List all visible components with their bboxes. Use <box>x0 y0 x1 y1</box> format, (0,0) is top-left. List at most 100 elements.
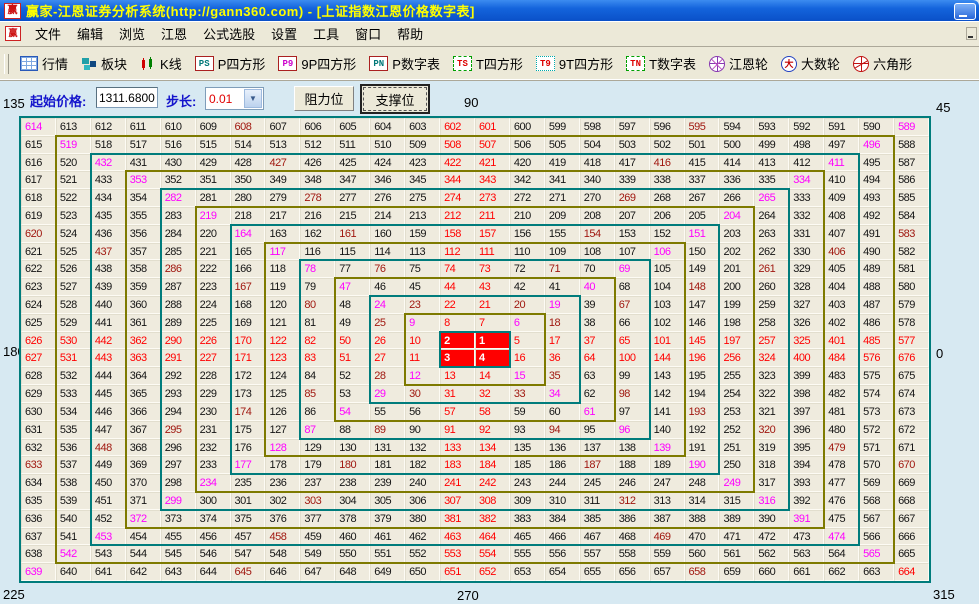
grid-cell-567[interactable]: 567 <box>859 510 894 528</box>
grid-cell-638[interactable]: 638 <box>21 545 56 563</box>
grid-cell-190[interactable]: 190 <box>685 456 720 474</box>
grid-cell-299[interactable]: 299 <box>161 492 196 510</box>
grid-cell-300[interactable]: 300 <box>196 492 231 510</box>
grid-cell-32[interactable]: 32 <box>475 385 510 403</box>
grid-cell-659[interactable]: 659 <box>719 563 754 581</box>
grid-cell-617[interactable]: 617 <box>21 171 56 189</box>
grid-cell-149[interactable]: 149 <box>685 260 720 278</box>
grid-cell-373[interactable]: 373 <box>161 510 196 528</box>
grid-cell-469[interactable]: 469 <box>650 528 685 546</box>
grid-cell-171[interactable]: 171 <box>231 349 266 367</box>
grid-cell-618[interactable]: 618 <box>21 189 56 207</box>
grid-cell-179[interactable]: 179 <box>300 456 335 474</box>
grid-cell-67[interactable]: 67 <box>615 296 650 314</box>
grid-cell-669[interactable]: 669 <box>894 474 929 492</box>
grid-cell-125[interactable]: 125 <box>265 385 300 403</box>
grid-cell-197[interactable]: 197 <box>719 332 754 350</box>
grid-cell-603[interactable]: 603 <box>405 118 440 136</box>
toolbar-button-行情[interactable]: 行情 <box>15 52 73 75</box>
grid-cell-48[interactable]: 48 <box>335 296 370 314</box>
grid-cell-612[interactable]: 612 <box>91 118 126 136</box>
grid-cell-560[interactable]: 560 <box>685 545 720 563</box>
grid-cell-324[interactable]: 324 <box>754 349 789 367</box>
grid-cell-280[interactable]: 280 <box>231 189 266 207</box>
grid-cell-621[interactable]: 621 <box>21 243 56 261</box>
grid-cell-480[interactable]: 480 <box>824 421 859 439</box>
grid-cell-532[interactable]: 532 <box>56 367 91 385</box>
grid-cell-613[interactable]: 613 <box>56 118 91 136</box>
grid-cell-380[interactable]: 380 <box>405 510 440 528</box>
grid-cell-402[interactable]: 402 <box>824 314 859 332</box>
grid-cell-136[interactable]: 136 <box>545 439 580 457</box>
grid-cell-668[interactable]: 668 <box>894 492 929 510</box>
grid-cell-212[interactable]: 212 <box>440 207 475 225</box>
grid-cell-383[interactable]: 383 <box>510 510 545 528</box>
grid-cell-261[interactable]: 261 <box>754 260 789 278</box>
grid-cell-433[interactable]: 433 <box>91 171 126 189</box>
grid-cell-344[interactable]: 344 <box>440 171 475 189</box>
grid-cell-436[interactable]: 436 <box>91 225 126 243</box>
grid-cell-263[interactable]: 263 <box>754 225 789 243</box>
grid-cell-585[interactable]: 585 <box>894 189 929 207</box>
grid-cell-277[interactable]: 277 <box>335 189 370 207</box>
grid-cell-358[interactable]: 358 <box>126 260 161 278</box>
grid-cell-100[interactable]: 100 <box>615 349 650 367</box>
grid-cell-406[interactable]: 406 <box>824 243 859 261</box>
grid-cell-337[interactable]: 337 <box>685 171 720 189</box>
grid-cell-590[interactable]: 590 <box>859 118 894 136</box>
grid-cell-58[interactable]: 58 <box>475 403 510 421</box>
grid-cell-647[interactable]: 647 <box>300 563 335 581</box>
grid-cell-66[interactable]: 66 <box>615 314 650 332</box>
grid-cell-30[interactable]: 30 <box>405 385 440 403</box>
grid-cell-386[interactable]: 386 <box>615 510 650 528</box>
toolbar-button-9P四方形[interactable]: P99P四方形 <box>273 52 361 75</box>
grid-cell-614[interactable]: 614 <box>21 118 56 136</box>
grid-cell-643[interactable]: 643 <box>161 563 196 581</box>
grid-cell-417[interactable]: 417 <box>615 154 650 172</box>
grid-cell-586[interactable]: 586 <box>894 171 929 189</box>
grid-cell-524[interactable]: 524 <box>56 225 91 243</box>
grid-cell-653[interactable]: 653 <box>510 563 545 581</box>
grid-cell-248[interactable]: 248 <box>685 474 720 492</box>
grid-cell-59[interactable]: 59 <box>510 403 545 421</box>
grid-cell-317[interactable]: 317 <box>754 474 789 492</box>
grid-cell-670[interactable]: 670 <box>894 456 929 474</box>
grid-cell-183[interactable]: 183 <box>440 456 475 474</box>
grid-cell-623[interactable]: 623 <box>21 278 56 296</box>
grid-cell-491[interactable]: 491 <box>859 225 894 243</box>
menu-item-4[interactable]: 江恩 <box>153 21 195 46</box>
grid-cell-88[interactable]: 88 <box>335 421 370 439</box>
grid-cell-645[interactable]: 645 <box>231 563 266 581</box>
grid-cell-607[interactable]: 607 <box>265 118 300 136</box>
grid-cell-12[interactable]: 12 <box>405 367 440 385</box>
grid-cell-311[interactable]: 311 <box>580 492 615 510</box>
grid-cell-474[interactable]: 474 <box>824 528 859 546</box>
grid-cell-156[interactable]: 156 <box>510 225 545 243</box>
grid-cell-341[interactable]: 341 <box>545 171 580 189</box>
grid-cell-14[interactable]: 14 <box>475 367 510 385</box>
grid-cell-268[interactable]: 268 <box>650 189 685 207</box>
grid-cell-593[interactable]: 593 <box>754 118 789 136</box>
grid-cell-38[interactable]: 38 <box>580 314 615 332</box>
grid-cell-143[interactable]: 143 <box>650 367 685 385</box>
grid-cell-523[interactable]: 523 <box>56 207 91 225</box>
grid-cell-422[interactable]: 422 <box>440 154 475 172</box>
grid-cell-287[interactable]: 287 <box>161 278 196 296</box>
grid-cell-392[interactable]: 392 <box>789 492 824 510</box>
grid-cell-221[interactable]: 221 <box>196 243 231 261</box>
grid-cell-346[interactable]: 346 <box>370 171 405 189</box>
grid-cell-142[interactable]: 142 <box>650 385 685 403</box>
grid-cell-390[interactable]: 390 <box>754 510 789 528</box>
grid-cell-118[interactable]: 118 <box>265 260 300 278</box>
grid-cell-611[interactable]: 611 <box>126 118 161 136</box>
grid-cell-649[interactable]: 649 <box>370 563 405 581</box>
grid-cell-152[interactable]: 152 <box>650 225 685 243</box>
grid-cell-546[interactable]: 546 <box>196 545 231 563</box>
grid-cell-154[interactable]: 154 <box>580 225 615 243</box>
grid-cell-89[interactable]: 89 <box>370 421 405 439</box>
grid-cell-581[interactable]: 581 <box>894 260 929 278</box>
grid-cell-198[interactable]: 198 <box>719 314 754 332</box>
grid-cell-217[interactable]: 217 <box>265 207 300 225</box>
grid-cell-394[interactable]: 394 <box>789 456 824 474</box>
grid-cell-133[interactable]: 133 <box>440 439 475 457</box>
